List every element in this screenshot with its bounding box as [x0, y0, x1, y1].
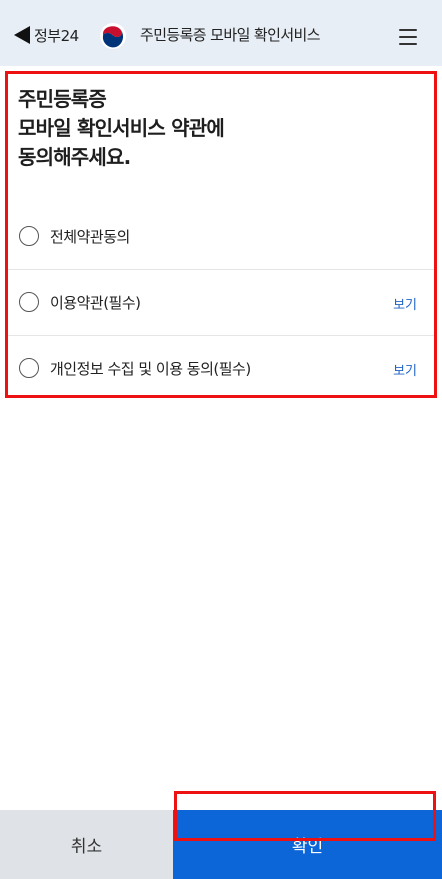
page-title-line-3: 동의해주세요. — [18, 145, 131, 169]
government-emblem-icon — [100, 23, 126, 49]
terms-agreement-panel: 주민등록증 모바일 확인서비스 약관에 동의해주세요. 전체약관동의 이용약관(… — [5, 71, 437, 398]
terms-row-usage[interactable]: 이용약관(필수) 보기 — [8, 270, 434, 336]
page-title-line-1: 주민등록증 — [18, 87, 107, 111]
bottom-action-bar: 취소 확인 — [0, 810, 442, 879]
usage-terms-view-link[interactable]: 보기 — [393, 294, 417, 313]
hamburger-menu-icon — [399, 29, 417, 31]
app-header: 정부24 주민등록증 모바일 확인서비스 — [0, 0, 442, 66]
privacy-terms-view-link[interactable]: 보기 — [393, 360, 417, 379]
privacy-terms-label: 개인정보 수집 및 이용 동의(필수) — [50, 360, 251, 378]
agree-all-radio[interactable] — [19, 226, 39, 246]
cancel-button[interactable]: 취소 — [0, 810, 173, 879]
terms-row-all[interactable]: 전체약관동의 — [8, 204, 434, 270]
back-button[interactable]: 정부24 — [14, 20, 79, 50]
hamburger-menu-icon — [399, 43, 417, 45]
usage-terms-label: 이용약관(필수) — [50, 294, 141, 312]
confirm-button[interactable]: 확인 — [173, 810, 442, 879]
back-button-label: 정부24 — [34, 26, 79, 45]
agree-all-label: 전체약관동의 — [50, 228, 130, 246]
hamburger-menu-icon — [399, 36, 417, 38]
terms-list: 전체약관동의 이용약관(필수) 보기 개인정보 수집 및 이용 동의(필수) 보… — [8, 204, 434, 402]
privacy-terms-radio[interactable] — [19, 358, 39, 378]
usage-terms-radio[interactable] — [19, 292, 39, 312]
menu-button[interactable] — [397, 26, 421, 46]
back-arrow-icon — [14, 26, 30, 44]
page-title: 주민등록증 모바일 확인서비스 약관에 동의해주세요. — [18, 85, 398, 172]
header-title: 주민등록증 모바일 확인서비스 — [140, 26, 321, 44]
page-title-line-2: 모바일 확인서비스 약관에 — [18, 116, 225, 140]
terms-row-privacy[interactable]: 개인정보 수집 및 이용 동의(필수) 보기 — [8, 336, 434, 402]
